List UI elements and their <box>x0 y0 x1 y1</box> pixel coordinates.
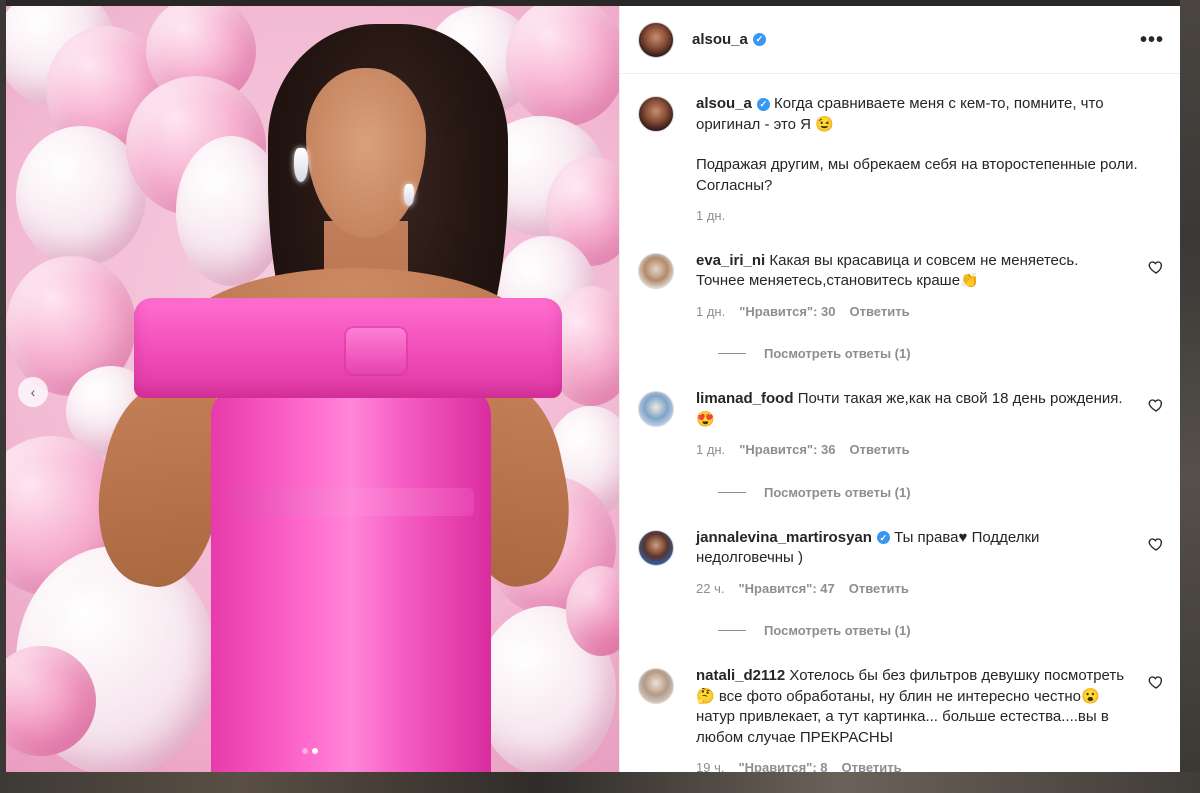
reply-button[interactable]: Ответить <box>842 758 902 772</box>
balloon <box>506 6 619 126</box>
verified-badge-icon: ✓ <box>876 531 890 545</box>
comment-time: 1 дн. <box>696 303 726 319</box>
comment-likes[interactable]: "Нравится": 47 <box>738 579 834 600</box>
avatar[interactable] <box>638 252 674 289</box>
avatar[interactable] <box>638 96 674 132</box>
carousel-dot <box>302 748 308 754</box>
more-options-icon[interactable]: ••• <box>1140 30 1164 50</box>
earring-left <box>294 148 308 182</box>
backdrop-bottom <box>0 772 1200 793</box>
comment-item: natali_d2112 Хотелось бы без фильтров де… <box>638 666 1164 772</box>
dress-belt <box>228 488 474 516</box>
reply-button[interactable]: Ответить <box>850 440 910 461</box>
view-replies-button[interactable]: Посмотреть ответы (1) <box>718 485 1164 500</box>
comments-list: alsou_a ✓ Когда сравниваете меня с кем-то… <box>620 74 1180 772</box>
comment-likes[interactable]: "Нравится": 30 <box>739 302 835 323</box>
comment-username[interactable]: jannalevina_martirosyan <box>696 529 872 546</box>
comment-time: 19 ч. <box>696 760 725 772</box>
avatar[interactable] <box>638 668 674 704</box>
comment-time: 1 дн. <box>696 442 726 457</box>
divider-line <box>718 630 746 631</box>
reply-button[interactable]: Ответить <box>849 579 909 600</box>
header-username[interactable]: alsou_a <box>692 31 748 48</box>
comment-likes[interactable]: "Нравится": 36 <box>739 440 835 461</box>
verified-badge-icon: ✓ <box>752 33 766 46</box>
view-replies-label: Посмотреть ответы (1) <box>764 346 911 361</box>
heart-icon[interactable] <box>1148 259 1164 275</box>
comment-username[interactable]: limanad_food <box>696 390 794 407</box>
dress-bow <box>346 328 406 374</box>
divider-line <box>718 491 746 493</box>
reply-button[interactable]: Ответить <box>850 302 910 323</box>
comment-item: limanad_food Почти такая же,как на свой … <box>638 389 1164 461</box>
view-replies-label: Посмотреть ответы (1) <box>764 623 911 638</box>
heart-icon[interactable] <box>1148 536 1164 552</box>
caption-text-2: Подражая другим, мы обрекаем себя на вто… <box>696 156 1138 194</box>
carousel-dot-active <box>312 748 318 754</box>
caption-username[interactable]: alsou_a <box>696 95 752 112</box>
view-replies-label: Посмотреть ответы (1) <box>764 484 911 500</box>
post-photo: ‹ <box>6 6 619 772</box>
avatar[interactable] <box>638 21 674 58</box>
caption-time: 1 дн. <box>696 208 726 223</box>
post-details-panel: alsou_a ✓ ••• alsou_a ✓ Когда сравниваете… <box>619 6 1180 772</box>
avatar[interactable] <box>638 391 674 427</box>
caption: alsou_a ✓ Когда сравниваете меня с кем-то… <box>638 94 1164 227</box>
backdrop-right <box>1180 0 1200 793</box>
comment-username[interactable]: eva_iri_ni <box>696 252 765 269</box>
view-replies-button[interactable]: Посмотреть ответы (1) <box>718 346 1164 361</box>
carousel-dots <box>302 748 318 754</box>
heart-icon[interactable] <box>1148 397 1164 413</box>
heart-icon[interactable] <box>1148 674 1164 690</box>
verified-badge-icon: ✓ <box>756 97 770 111</box>
divider-line <box>718 353 746 354</box>
avatar[interactable] <box>638 529 674 566</box>
dress-body <box>211 386 491 772</box>
comment-time: 22 ч. <box>696 580 725 596</box>
post-header: alsou_a ✓ ••• <box>620 6 1180 74</box>
comment-item: eva_iri_ni Какая вы красавица и совсем н… <box>638 251 1164 323</box>
carousel-prev-button[interactable]: ‹ <box>18 377 48 407</box>
earring-right <box>404 184 414 206</box>
comment-username[interactable]: natali_d2112 <box>696 667 785 684</box>
post-modal: ‹ alsou_a ✓ ••• alsou_a ✓ Когда сравнивае… <box>6 6 1180 772</box>
comment-item: jannalevina_martirosyan ✓ Ты права♥ Подде… <box>638 528 1164 600</box>
view-replies-button[interactable]: Посмотреть ответы (1) <box>718 623 1164 638</box>
chevron-left-icon: ‹ <box>30 384 36 400</box>
comment-likes[interactable]: "Нравится": 8 <box>738 758 827 772</box>
